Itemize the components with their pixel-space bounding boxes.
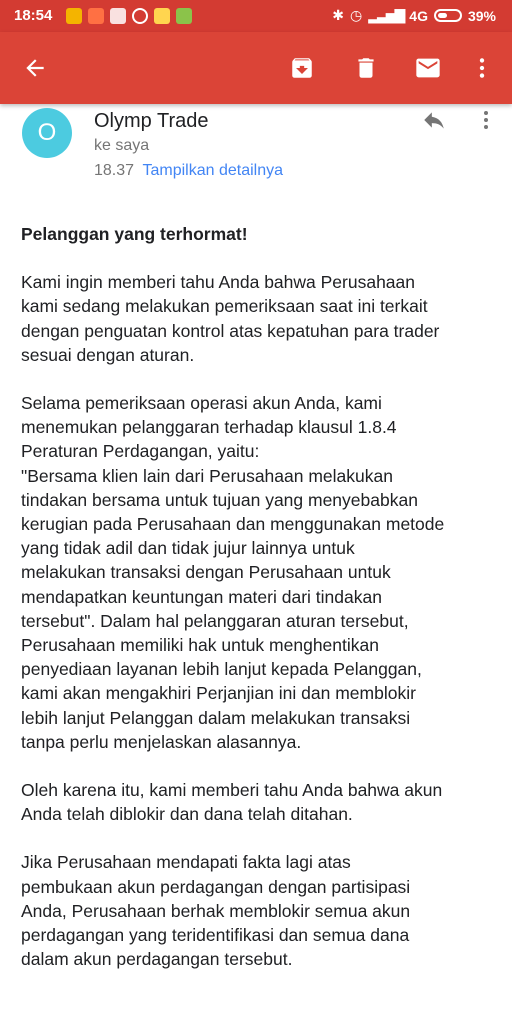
recipient-label[interactable]: ke saya: [94, 137, 149, 155]
alarm-icon: ◷: [349, 7, 363, 23]
app-notification-icon: [88, 8, 104, 24]
bike-notification-icon: [176, 8, 192, 24]
status-time: 18:54: [14, 7, 53, 24]
bluetooth-icon: ✱: [332, 7, 344, 23]
more-options-button[interactable]: [460, 46, 504, 90]
back-button[interactable]: [13, 46, 57, 90]
mark-unread-button[interactable]: [406, 46, 450, 90]
delete-button[interactable]: [344, 46, 388, 90]
email-paragraph: Oleh karena itu, kami memberi tahu Anda …: [21, 780, 443, 825]
trash-icon: [358, 58, 374, 78]
more-vertical-icon: [484, 111, 488, 129]
archive-button[interactable]: [280, 46, 324, 90]
show-details-link[interactable]: Tampilkan detailnya: [143, 162, 284, 179]
email-more-button[interactable]: [472, 104, 500, 136]
email-meta: 18.37 Tampilkan detailnya: [94, 162, 283, 180]
app-bar: [0, 32, 512, 104]
email-body: Pelanggan yang terhormat! Kami ingin mem…: [21, 222, 499, 995]
notification-icons: [66, 8, 192, 24]
app-notification-icon: [66, 8, 82, 24]
reply-icon: [424, 112, 444, 129]
signal-icon: ▂▃▅▇: [368, 7, 405, 23]
archive-icon: [292, 58, 312, 78]
status-bar: 18:54 ✱ ◷ ▂▃▅▇ 4G 39%: [0, 0, 512, 32]
battery-level: 39%: [467, 7, 496, 24]
email-paragraph: Kami ingin memberi tahu Anda bahwa Perus…: [21, 272, 440, 365]
email-paragraph: Jika Perusahaan mendapati fakta lagi ata…: [21, 852, 411, 970]
sender-name: Olymp Trade: [94, 110, 209, 132]
status-indicators: ✱ ◷ ▂▃▅▇ 4G 39%: [332, 7, 496, 24]
sender-avatar[interactable]: O: [22, 108, 72, 158]
arrow-left-icon: [26, 59, 44, 77]
email-paragraph: Selama pemeriksaan operasi akun Anda, ka…: [21, 393, 445, 752]
email-greeting: Pelanggan yang terhormat!: [21, 224, 248, 244]
video-notification-icon: [110, 8, 126, 24]
network-type: 4G: [409, 7, 428, 24]
email-time: 18.37: [94, 162, 135, 179]
more-vertical-icon: [479, 58, 485, 78]
reply-button[interactable]: [416, 104, 452, 136]
missed-call-icon: [132, 8, 148, 24]
battery-icon: [433, 9, 462, 22]
game-notification-icon: [154, 8, 170, 24]
mail-icon: [416, 58, 440, 78]
